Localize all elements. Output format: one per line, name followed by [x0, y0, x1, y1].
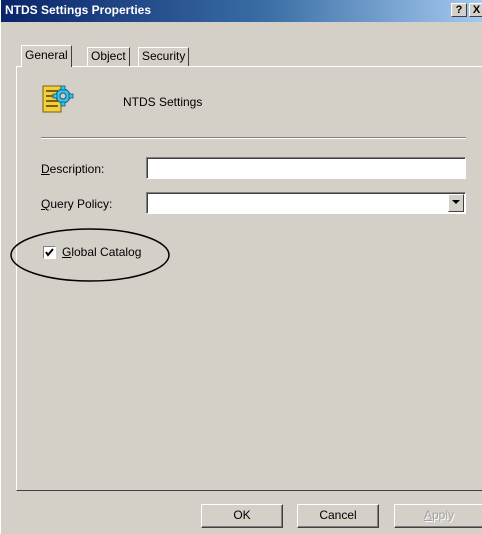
global-catalog-checkbox[interactable] [43, 246, 56, 259]
description-label: Description: [41, 162, 104, 176]
dropdown-arrow-button[interactable] [448, 194, 464, 212]
description-field[interactable] [146, 157, 466, 179]
title-bar[interactable]: NTDS Settings Properties ? X [1, 0, 482, 22]
window-title: NTDS Settings Properties [5, 3, 152, 17]
chevron-down-icon [452, 200, 460, 204]
properties-dialog: NTDS Settings Properties ? X General Obj… [0, 0, 482, 534]
tab-object[interactable]: Object [87, 47, 130, 66]
query-policy-dropdown[interactable] [146, 192, 466, 214]
global-catalog-label[interactable]: Global Catalog [62, 245, 141, 259]
description-hotkey: D [41, 162, 50, 176]
checkmark-icon [45, 248, 54, 257]
tab-panel-general [16, 66, 482, 491]
close-button[interactable]: X [469, 3, 482, 17]
ntds-settings-icon [42, 85, 74, 113]
query-policy-label: Query Policy: [41, 197, 112, 211]
query-policy-hotkey: Q [41, 197, 51, 211]
apply-label-text: pply [432, 508, 455, 522]
description-label-text: escription: [49, 162, 105, 176]
apply-button[interactable]: Apply [394, 504, 482, 528]
apply-hotkey: A [423, 508, 432, 522]
global-catalog-hotkey: G [62, 245, 72, 259]
tab-security[interactable]: Security [138, 47, 190, 66]
tab-general[interactable]: General [21, 45, 72, 67]
query-policy-label-text: uery Policy: [50, 197, 113, 211]
cancel-button[interactable]: Cancel [297, 504, 379, 528]
ok-button[interactable]: OK [201, 504, 283, 528]
global-catalog-label-text: lobal Catalog [71, 245, 142, 259]
help-button[interactable]: ? [451, 3, 467, 17]
separator [41, 137, 466, 139]
object-name: NTDS Settings [123, 95, 203, 109]
